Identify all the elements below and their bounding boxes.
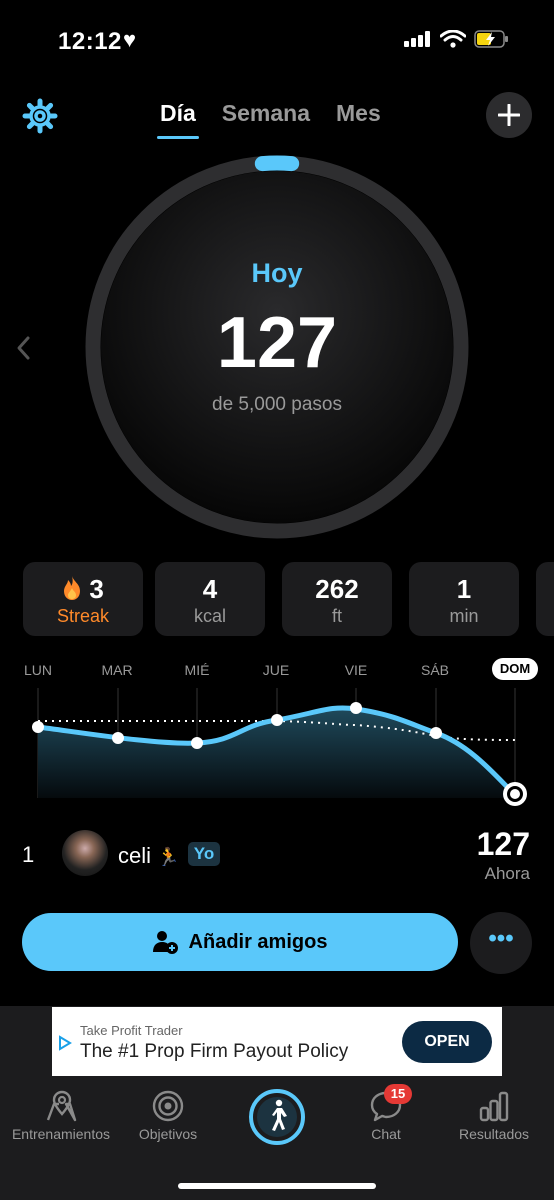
previous-day-chevron-icon[interactable] bbox=[14, 334, 34, 367]
kcal-value: 4 bbox=[202, 574, 218, 604]
wifi-icon bbox=[440, 30, 466, 48]
distance-label: ft bbox=[331, 606, 342, 626]
chart-point-tue bbox=[112, 732, 124, 744]
tab-week[interactable]: Semana bbox=[222, 100, 310, 127]
heart-icon: ♥ bbox=[123, 27, 137, 52]
user-updated-time: Ahora bbox=[484, 864, 530, 883]
day-label-sat: SÁB bbox=[420, 662, 449, 678]
streak-value-row: 3 bbox=[23, 574, 143, 605]
chart-point-sun-current bbox=[503, 782, 527, 806]
stat-card-kcal[interactable]: 4 kcal bbox=[155, 562, 265, 636]
chart-point-mon bbox=[32, 721, 44, 733]
add-friends-button[interactable]: Añadir amigos bbox=[22, 913, 458, 971]
day-label-wed: MIÉ bbox=[184, 662, 210, 678]
tab-results-label: Resultados bbox=[458, 1126, 530, 1142]
period-tabs: Día Semana Mes bbox=[157, 100, 381, 139]
tab-workouts[interactable]: Entrenamientos bbox=[6, 1090, 116, 1142]
tab-chat-label: Chat bbox=[371, 1126, 401, 1142]
minutes-value: 1 bbox=[456, 574, 472, 604]
rank-number: 1 bbox=[22, 842, 35, 867]
cellular-signal-icon bbox=[404, 31, 430, 47]
stat-card-distance[interactable]: 262 ft bbox=[282, 562, 392, 636]
day-label-thu: JUE bbox=[262, 662, 290, 678]
stat-card-minutes[interactable]: 1 min bbox=[409, 562, 519, 636]
add-person-icon bbox=[152, 931, 178, 954]
day-label-tue: MAR bbox=[101, 662, 133, 678]
you-badge: Yo bbox=[188, 842, 220, 866]
plus-icon bbox=[498, 104, 520, 126]
avatar[interactable] bbox=[62, 830, 108, 876]
ad-advertiser: Take Profit Trader bbox=[80, 1023, 183, 1038]
step-goal: de 5,000 pasos bbox=[212, 394, 342, 415]
stat-card-partial[interactable] bbox=[536, 562, 554, 636]
tab-goals-label: Objetivos bbox=[138, 1126, 198, 1142]
add-friends-label: Añadir amigos bbox=[188, 930, 328, 953]
tab-month[interactable]: Mes bbox=[336, 100, 381, 127]
ring-center: Hoy 127 de 5,000 pasos bbox=[84, 154, 470, 540]
battery-charging-icon bbox=[474, 30, 508, 48]
fire-icon bbox=[64, 576, 81, 600]
chart-point-fri bbox=[350, 702, 362, 714]
weekly-steps-chart bbox=[32, 688, 527, 806]
ad-play-icon bbox=[59, 1035, 72, 1051]
distance-value: 262 bbox=[315, 574, 359, 604]
status-icons bbox=[404, 30, 510, 48]
home-indicator bbox=[178, 1183, 376, 1189]
tab-goals[interactable]: Objetivos bbox=[128, 1090, 208, 1142]
day-label-mon: LUN bbox=[23, 662, 52, 678]
settings-gear-icon[interactable] bbox=[22, 98, 58, 134]
streak-label: Streak bbox=[56, 606, 110, 626]
runner-emoji-icon: 🏃 bbox=[157, 847, 180, 867]
user-name-text: celi bbox=[118, 843, 152, 868]
ellipsis-icon: ••• bbox=[488, 925, 514, 952]
tab-day[interactable]: Día bbox=[157, 100, 199, 139]
chart-point-wed bbox=[191, 737, 203, 749]
more-options-button[interactable]: ••• bbox=[470, 912, 532, 974]
add-button[interactable] bbox=[486, 92, 532, 138]
step-count: 127 bbox=[216, 303, 338, 383]
user-steps: 127 bbox=[476, 826, 530, 862]
walking-tracker-button[interactable] bbox=[246, 1086, 308, 1148]
chart-point-thu bbox=[271, 714, 283, 726]
minutes-label: min bbox=[449, 606, 479, 626]
ad-banner[interactable]: Take Profit Trader The #1 Prop Firm Payo… bbox=[52, 1007, 502, 1076]
day-label-fri: VIE bbox=[344, 662, 368, 678]
day-label-sun-current: DOM bbox=[492, 658, 538, 680]
tab-workouts-label: Entrenamientos bbox=[11, 1126, 111, 1142]
chart-point-sat bbox=[430, 727, 442, 739]
bar-chart-icon bbox=[479, 1091, 509, 1122]
streak-value: 3 bbox=[89, 574, 104, 604]
kcal-label: kcal bbox=[193, 606, 226, 626]
today-label: Hoy bbox=[251, 258, 303, 288]
status-time: 12:12 bbox=[58, 28, 122, 55]
ad-open-button[interactable]: OPEN bbox=[402, 1021, 492, 1063]
ad-headline: The #1 Prop Firm Payout Policy bbox=[80, 1041, 349, 1062]
user-name[interactable]: celi 🏃 bbox=[118, 843, 180, 869]
target-icon bbox=[152, 1090, 184, 1122]
stat-card-streak[interactable]: 3 Streak bbox=[23, 562, 143, 636]
chat-unread-badge: 15 bbox=[384, 1084, 412, 1104]
tab-results[interactable]: Resultados bbox=[448, 1090, 540, 1142]
map-pin-icon bbox=[46, 1090, 77, 1122]
